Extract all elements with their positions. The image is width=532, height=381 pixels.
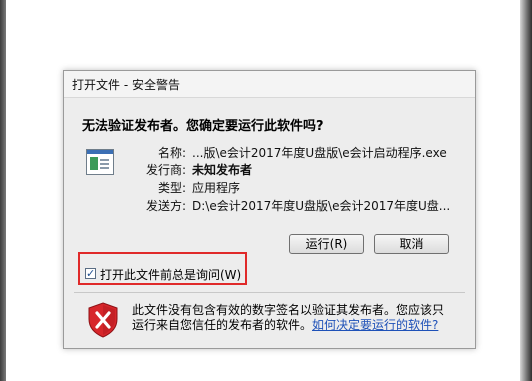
- warning-line-2-text: 运行来自您信任的发布者的软件。: [132, 318, 313, 332]
- warning-line-1: 此文件没有包含有效的数字签名以验证其发布者。您应该只: [132, 303, 445, 317]
- detail-label: 发送方:: [145, 199, 186, 213]
- detail-value: D:\e会计2017年度U盘版\e会计2017年度U盘...: [192, 199, 451, 213]
- detail-value: 应用程序: [192, 181, 241, 195]
- always-ask-label[interactable]: 打开此文件前总是询问(W): [100, 267, 241, 283]
- detail-label: 名称:: [157, 146, 186, 160]
- warning-line-2: 运行来自您信任的发布者的软件。如何决定要运行的软件?: [132, 318, 452, 333]
- how-to-decide-link[interactable]: 如何决定要运行的软件?: [312, 318, 438, 332]
- run-button[interactable]: 运行(R): [289, 234, 364, 254]
- divider: [74, 292, 465, 293]
- detail-value: 未知发布者: [192, 163, 253, 177]
- shield-error-icon: [88, 302, 118, 338]
- warning-message: 此文件没有包含有效的数字签名以验证其发布者。您应该只 运行来自您信任的发布者的软…: [132, 303, 452, 333]
- dialog-title: 打开文件 - 安全警告: [72, 78, 180, 92]
- dialog-titlebar[interactable]: 打开文件 - 安全警告: [64, 71, 475, 98]
- cancel-button[interactable]: 取消: [374, 234, 449, 254]
- checkmark-icon: ✓: [86, 267, 96, 280]
- detail-value: ...版\e会计2017年度U盘版\e会计启动程序.exe: [192, 146, 447, 160]
- security-warning-dialog: 打开文件 - 安全警告 无法验证发布者。您确定要运行此软件吗? 名称: ...版…: [63, 70, 476, 349]
- detail-label: 类型:: [157, 181, 186, 195]
- warning-headline: 无法验证发布者。您确定要运行此软件吗?: [82, 119, 324, 134]
- desktop-edge-left: [0, 0, 6, 381]
- always-ask-checkbox[interactable]: ✓: [85, 267, 96, 280]
- desktop-edge-right: [520, 0, 532, 381]
- detail-label: 发行商:: [145, 163, 186, 177]
